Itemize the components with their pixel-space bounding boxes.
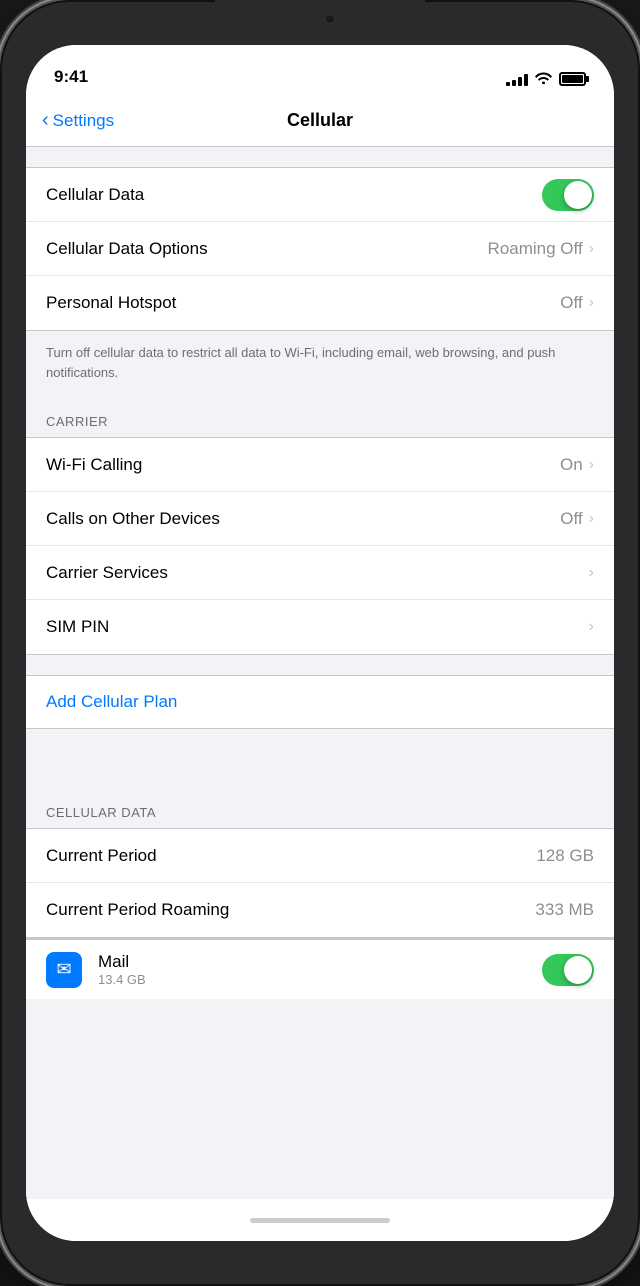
cellular-data-options-row[interactable]: Cellular Data Options Roaming Off ›: [26, 222, 614, 276]
page-title: Cellular: [287, 110, 353, 131]
calls-other-devices-right: Off ›: [560, 509, 594, 529]
cellular-data-usage-group: Current Period 128 GB Current Period Roa…: [26, 828, 614, 938]
status-icons: [506, 71, 586, 87]
current-period-roaming-label: Current Period Roaming: [46, 900, 229, 920]
chevron-right-icon: ›: [589, 510, 594, 528]
home-indicator: [26, 1199, 614, 1241]
mail-app-row[interactable]: ✉ Mail 13.4 GB: [26, 939, 614, 999]
sim-pin-label: SIM PIN: [46, 617, 109, 637]
status-bar: 9:41: [26, 45, 614, 95]
personal-hotspot-label: Personal Hotspot: [46, 293, 176, 313]
personal-hotspot-value: Off: [560, 293, 582, 313]
app-usage-group: ✉ Mail 13.4 GB: [26, 938, 614, 999]
nav-bar: ‹ Settings Cellular: [26, 95, 614, 147]
battery-fill: [562, 75, 583, 83]
notch: [215, 0, 425, 38]
current-period-label: Current Period: [46, 846, 157, 866]
cellular-data-row[interactable]: Cellular Data: [26, 168, 614, 222]
signal-bar-1: [506, 82, 510, 86]
current-period-row[interactable]: Current Period 128 GB: [26, 829, 614, 883]
add-cellular-plan-row[interactable]: Add Cellular Plan: [26, 675, 614, 729]
mail-toggle[interactable]: [542, 954, 594, 986]
sim-pin-row[interactable]: SIM PIN ›: [26, 600, 614, 654]
mail-app-info: Mail 13.4 GB: [98, 952, 526, 987]
wifi-calling-right: On ›: [560, 455, 594, 475]
mail-app-name: Mail: [98, 952, 526, 972]
cellular-data-section-header: CELLULAR DATA: [26, 789, 614, 828]
chevron-right-icon: ›: [589, 294, 594, 312]
carrier-services-label: Carrier Services: [46, 563, 168, 583]
mail-envelope-icon: ✉: [56, 959, 71, 980]
personal-hotspot-right: Off ›: [560, 293, 594, 313]
carrier-services-right: ›: [589, 564, 594, 582]
cellular-description: Turn off cellular data to restrict all d…: [26, 331, 614, 398]
home-bar: [250, 1218, 390, 1223]
current-period-roaming-right: 333 MB: [535, 900, 594, 920]
wifi-icon: [535, 71, 552, 87]
cellular-data-options-value: Roaming Off: [488, 239, 583, 259]
calls-other-devices-row[interactable]: Calls on Other Devices Off ›: [26, 492, 614, 546]
carrier-settings-group: Wi-Fi Calling On › Calls on Other Device…: [26, 437, 614, 655]
current-period-roaming-row[interactable]: Current Period Roaming 333 MB: [26, 883, 614, 937]
signal-bar-4: [524, 74, 528, 86]
chevron-right-icon: ›: [589, 456, 594, 474]
phone-frame: 9:41: [0, 0, 640, 1286]
cellular-data-label: Cellular Data: [46, 185, 144, 205]
back-chevron-icon: ‹: [42, 109, 49, 132]
wifi-calling-row[interactable]: Wi-Fi Calling On ›: [26, 438, 614, 492]
chevron-right-icon: ›: [589, 618, 594, 636]
settings-content: Cellular Data Cellular Data Options Roam…: [26, 147, 614, 1199]
toggle-thumb: [564, 956, 592, 984]
add-cellular-plan-label: Add Cellular Plan: [46, 692, 177, 711]
main-settings-group: Cellular Data Cellular Data Options Roam…: [26, 167, 614, 331]
signal-bar-3: [518, 77, 522, 86]
personal-hotspot-row[interactable]: Personal Hotspot Off ›: [26, 276, 614, 330]
back-label: Settings: [53, 111, 114, 131]
chevron-right-icon: ›: [589, 240, 594, 258]
current-period-value: 128 GB: [536, 846, 594, 866]
toggle-thumb: [564, 181, 592, 209]
back-button[interactable]: ‹ Settings: [42, 110, 114, 132]
carrier-services-row[interactable]: Carrier Services ›: [26, 546, 614, 600]
chevron-right-icon: ›: [589, 564, 594, 582]
cellular-data-toggle[interactable]: [542, 179, 594, 211]
sim-pin-right: ›: [589, 618, 594, 636]
wifi-calling-label: Wi-Fi Calling: [46, 455, 142, 475]
current-period-right: 128 GB: [536, 846, 594, 866]
screen: 9:41: [26, 45, 614, 1241]
notch-camera: [325, 14, 335, 24]
cellular-data-options-label: Cellular Data Options: [46, 239, 208, 259]
mail-app-icon: ✉: [46, 952, 82, 988]
top-spacer: [26, 147, 614, 167]
calls-other-devices-label: Calls on Other Devices: [46, 509, 220, 529]
status-time: 9:41: [54, 67, 88, 87]
large-spacer: [26, 729, 614, 789]
battery-icon: [559, 72, 586, 86]
signal-bars-icon: [506, 73, 528, 86]
signal-bar-2: [512, 80, 516, 86]
cellular-data-options-right: Roaming Off ›: [488, 239, 594, 259]
mail-app-size: 13.4 GB: [98, 972, 526, 987]
mid-spacer: [26, 655, 614, 675]
calls-other-devices-value: Off: [560, 509, 582, 529]
wifi-calling-value: On: [560, 455, 583, 475]
carrier-section-header: CARRIER: [26, 398, 614, 437]
current-period-roaming-value: 333 MB: [535, 900, 594, 920]
